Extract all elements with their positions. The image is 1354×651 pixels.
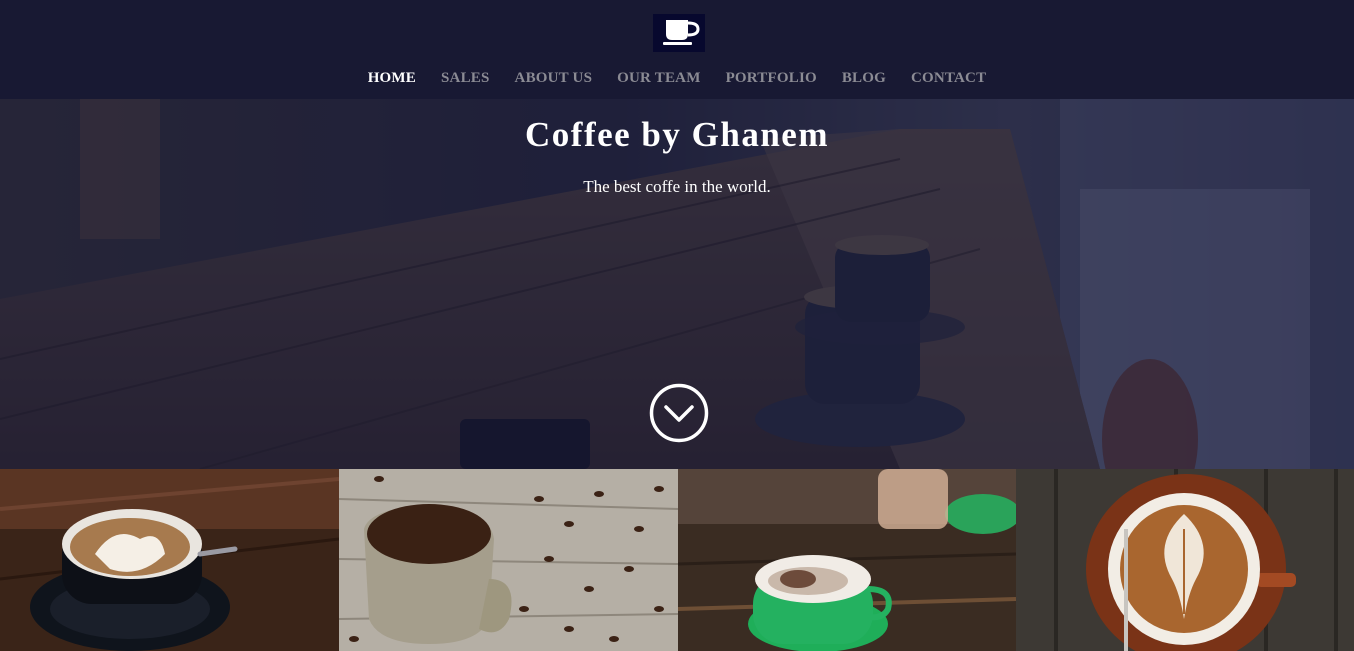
coffee-beans-cup-photo[interactable] [339,469,678,651]
photo-gallery [0,469,1354,651]
hero-title: Coffee by Ghanem [525,115,829,154]
coffee-with-cream-photo[interactable] [0,469,339,651]
nav-portfolio[interactable]: PORTFOLIO [713,68,829,90]
nav-blog[interactable]: BLOG [829,68,898,90]
main-nav: HOME SALES ABOUT US OUR TEAM PORTFOLIO B… [0,68,1354,90]
green-cappuccino-cup-photo[interactable] [678,469,1016,651]
hero-section: Coffee by Ghanem The best coffe in the w… [0,99,1354,469]
nav-about-us[interactable]: ABOUT US [502,68,605,90]
coffee-cup-icon[interactable] [653,14,705,52]
chevron-down-circle-icon[interactable] [649,383,709,443]
site-header: HOME SALES ABOUT US OUR TEAM PORTFOLIO B… [0,0,1354,99]
nav-contact[interactable]: CONTACT [899,68,999,90]
nav-sales[interactable]: SALES [429,68,503,90]
nav-home[interactable]: HOME [355,68,428,90]
nav-our-team[interactable]: OUR TEAM [605,68,713,90]
hero-subtitle: The best coffe in the world. [583,177,771,196]
latte-art-photo[interactable] [1016,469,1354,651]
